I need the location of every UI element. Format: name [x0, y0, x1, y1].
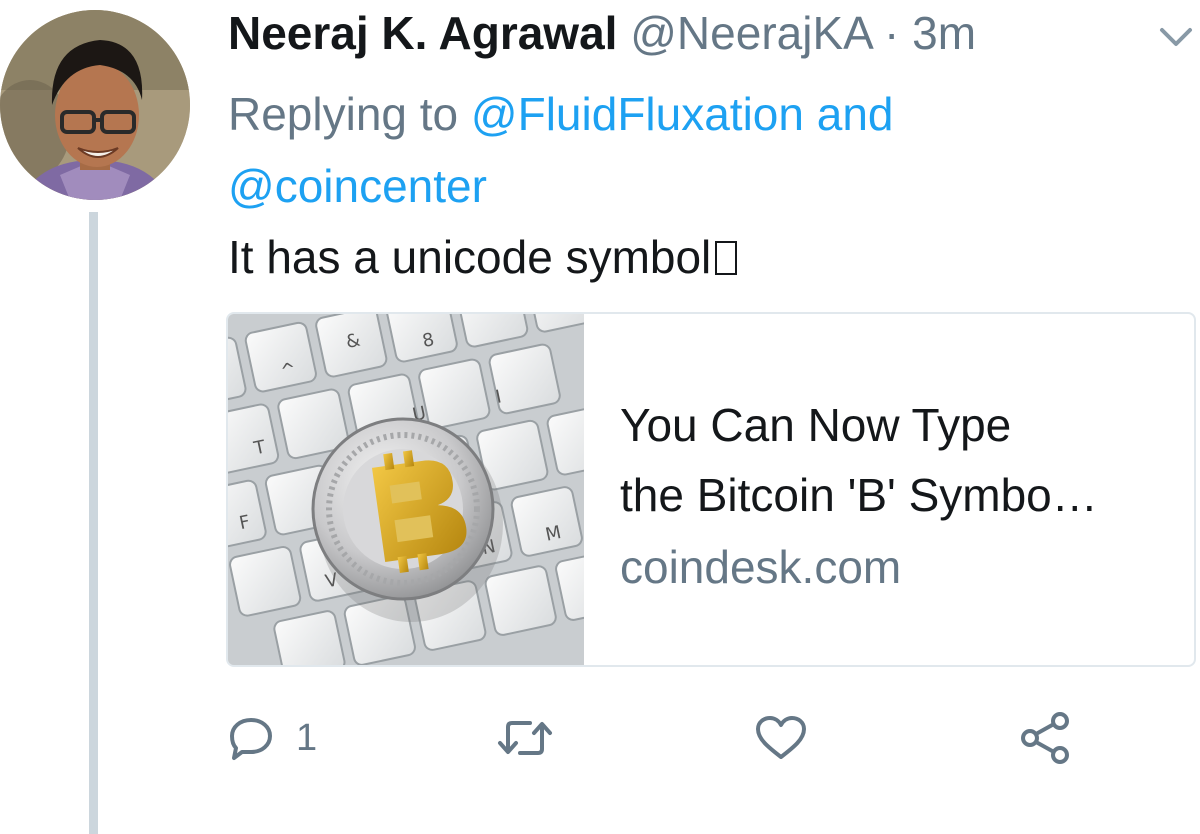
missing-glyph-icon: [715, 241, 738, 275]
like-button[interactable]: [754, 708, 808, 768]
card-title-line-2[interactable]: the Bitcoin 'B' Symbo…: [620, 460, 1180, 530]
mention-joiner[interactable]: and: [817, 88, 894, 140]
avatar-photo: [0, 10, 190, 200]
like-icon: [754, 715, 808, 761]
timestamp[interactable]: 3m: [912, 7, 976, 59]
user-handle[interactable]: @NeerajKA: [630, 7, 871, 59]
reply-icon: [228, 715, 274, 761]
card-image: % ^ & 8 T U I F J V B N M: [228, 314, 584, 665]
tweet-text: It has a unicode symbol: [228, 222, 738, 292]
replying-prefix: Replying to: [228, 88, 459, 140]
thread-line: [89, 212, 98, 834]
card-body[interactable]: You Can Now Type the Bitcoin 'B' Symbo… …: [620, 390, 1180, 602]
tweet-text-content: It has a unicode symbol: [228, 231, 712, 283]
card-title-line-1[interactable]: You Can Now Type: [620, 390, 1180, 460]
retweet-icon: [496, 715, 554, 761]
card-domain: coindesk.com: [620, 541, 902, 593]
link-card[interactable]: % ^ & 8 T U I F J V B N M: [226, 312, 1196, 667]
display-name[interactable]: Neeraj K. Agrawal: [228, 7, 617, 59]
avatar[interactable]: [0, 10, 190, 200]
reply-button[interactable]: 1: [228, 708, 317, 768]
replying-to: Replying to @FluidFluxation and @coincen…: [228, 78, 1128, 222]
share-icon: [1018, 711, 1072, 765]
chevron-down-icon[interactable]: [1158, 26, 1194, 50]
reply-count: 1: [296, 716, 318, 759]
retweet-button[interactable]: [496, 708, 554, 768]
mention-fluidfluxation[interactable]: @FluidFluxation: [471, 88, 804, 140]
mention-coincenter[interactable]: @coincenter: [228, 160, 487, 212]
share-button[interactable]: [1018, 708, 1072, 768]
tweet-header: Neeraj K. Agrawal @NeerajKA · 3m: [228, 4, 976, 64]
action-bar: 1: [228, 708, 1128, 768]
separator-dot: ·: [884, 7, 900, 59]
